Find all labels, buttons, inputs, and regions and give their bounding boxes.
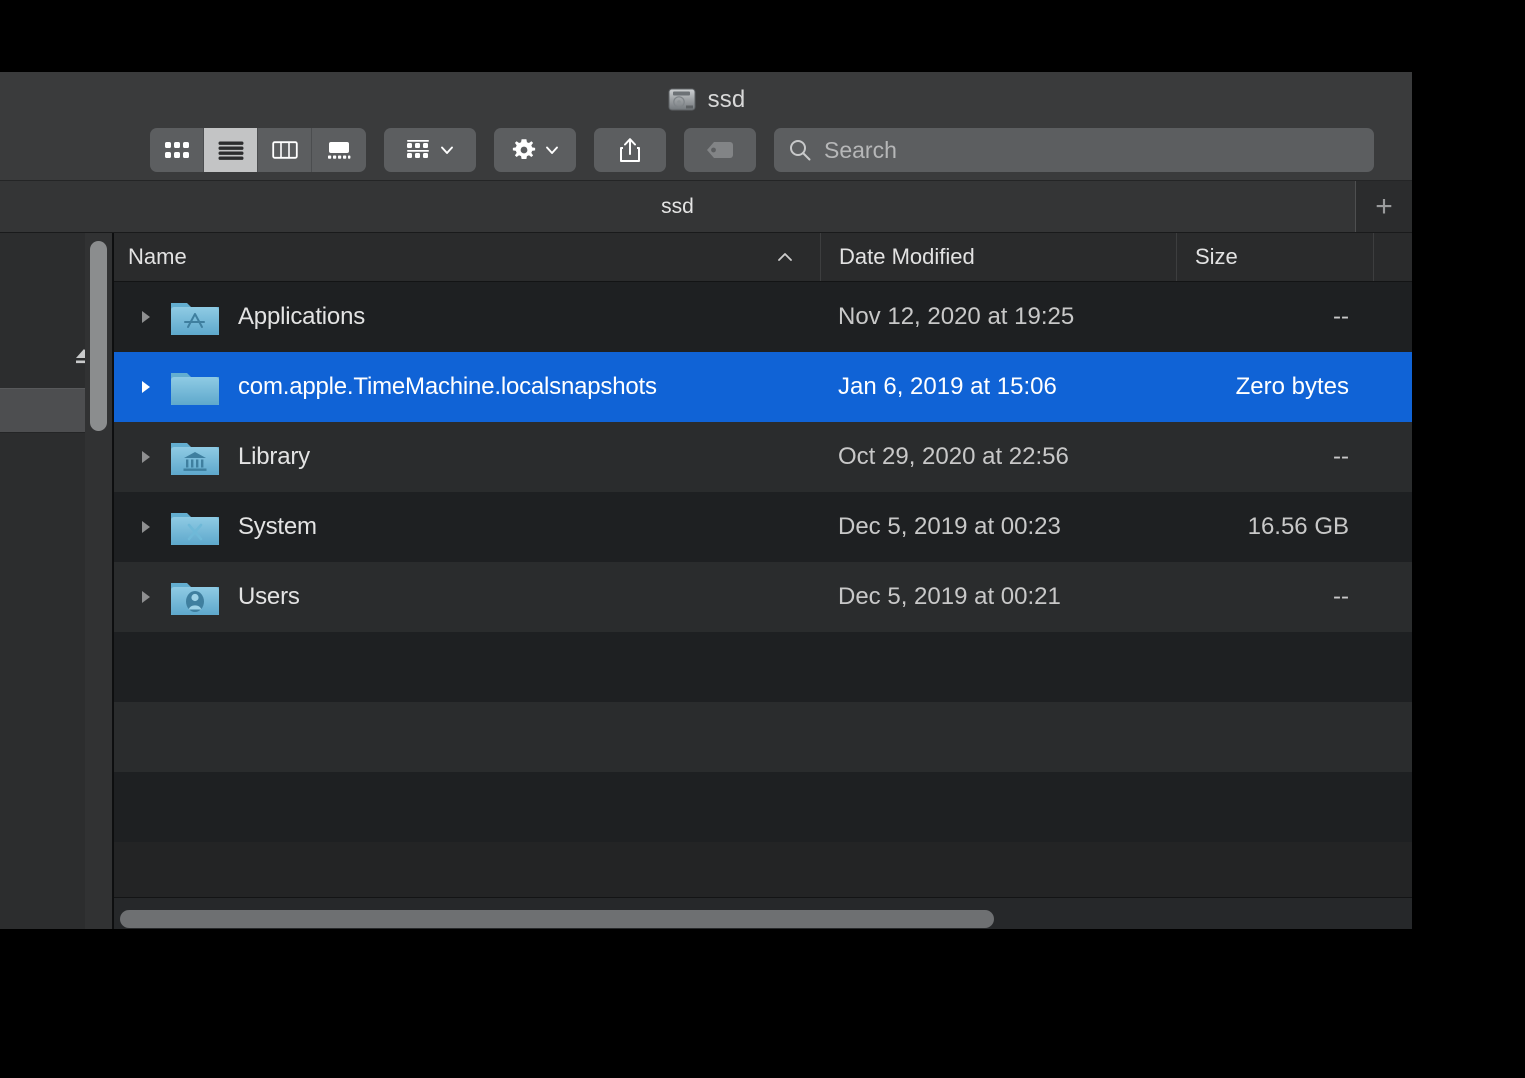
table-row[interactable]: com.apple.TimeMachine.localsnapshots Jan… (114, 352, 1412, 422)
sidebar-scrollbar-thumb[interactable] (90, 241, 107, 431)
row-size-cell: -- (1333, 583, 1349, 610)
toolbar: Search (0, 124, 1412, 176)
sidebar[interactable] (0, 233, 113, 929)
column-header-row: Name Date Modified Size (114, 233, 1412, 282)
system-folder-icon (168, 505, 222, 549)
empty-row (114, 702, 1412, 772)
columns-icon (271, 141, 298, 159)
tab-label: ssd (661, 194, 694, 218)
users-folder-icon (168, 575, 222, 619)
tag-icon (707, 142, 733, 158)
sidebar-vertical-scrollbar[interactable] (85, 233, 113, 929)
row-size-cell: -- (1333, 303, 1349, 330)
window-title-area: ssd (0, 84, 1412, 116)
chevron-down-icon (546, 146, 558, 154)
table-row[interactable]: System Dec 5, 2019 at 00:23 16.56 GB (114, 492, 1412, 562)
disclosure-triangle-icon[interactable] (124, 378, 168, 396)
row-name-cell: System (114, 505, 820, 549)
action-button[interactable] (494, 128, 576, 172)
gallery-view-button[interactable] (312, 128, 366, 172)
disclosure-triangle-icon[interactable] (124, 588, 168, 606)
row-date-cell: Nov 12, 2020 at 19:25 (838, 303, 1075, 330)
row-name-label: Applications (238, 303, 366, 330)
grid-icon (164, 142, 189, 158)
horizontal-scrollbar[interactable] (114, 897, 1412, 929)
content-area: Name Date Modified Size Applications Nov… (0, 233, 1412, 929)
row-name-cell: Library (114, 435, 820, 479)
row-date-cell: Dec 5, 2019 at 00:21 (838, 583, 1061, 610)
row-size-cell: -- (1333, 443, 1349, 470)
row-date-cell: Jan 6, 2019 at 15:06 (838, 373, 1057, 400)
column-header-name-label: Name (128, 244, 187, 269)
row-name-label: Library (238, 443, 310, 470)
share-icon (620, 138, 640, 162)
icon-view-button[interactable] (150, 128, 204, 172)
column-view-button[interactable] (258, 128, 312, 172)
folder-icon (168, 365, 222, 409)
group-by-button[interactable] (384, 128, 476, 172)
table-row[interactable]: Users Dec 5, 2019 at 00:21 -- (114, 562, 1412, 632)
sort-ascending-icon (776, 251, 794, 263)
row-name-label: Users (238, 583, 300, 610)
row-size-cell: 16.56 GB (1247, 513, 1349, 540)
column-header-date-label: Date Modified (839, 244, 975, 269)
empty-row (114, 772, 1412, 842)
row-name-label: System (238, 513, 317, 540)
search-icon (790, 140, 811, 161)
library-folder-icon (168, 435, 222, 479)
screen: ssd Search ssd + Name Date Modified Size… (0, 0, 1525, 1078)
column-header-date-modified[interactable]: Date Modified (820, 233, 1176, 281)
column-header-name[interactable]: Name (114, 233, 820, 281)
horizontal-scrollbar-thumb[interactable] (120, 909, 995, 928)
row-size-cell: Zero bytes (1235, 373, 1349, 400)
empty-rows-area (114, 632, 1412, 842)
chevron-down-icon (441, 146, 453, 154)
finder-window: ssd Search ssd + Name Date Modified Size… (0, 72, 1412, 929)
table-row[interactable]: Library Oct 29, 2020 at 22:56 -- (114, 422, 1412, 492)
list-view-button[interactable] (204, 128, 258, 172)
disclosure-triangle-icon[interactable] (124, 518, 168, 536)
row-name-label: com.apple.TimeMachine.localsnapshots (238, 373, 657, 400)
row-date-cell: Oct 29, 2020 at 22:56 (838, 443, 1069, 470)
plus-icon: + (1375, 189, 1393, 223)
empty-row (114, 632, 1412, 702)
tab-ssd[interactable]: ssd (0, 181, 1356, 232)
title-bar: ssd Search (0, 72, 1412, 181)
view-mode-segmented-control[interactable] (150, 128, 366, 172)
group-icon (407, 140, 429, 158)
row-date-cell: Dec 5, 2019 at 00:23 (838, 513, 1061, 540)
disclosure-triangle-icon[interactable] (124, 308, 168, 326)
search-field[interactable]: Search (774, 128, 1374, 172)
share-button[interactable] (594, 128, 666, 172)
window-title: ssd (707, 86, 746, 113)
list-icon (218, 141, 243, 160)
column-header-size-label: Size (1195, 244, 1238, 269)
table-row[interactable]: Applications Nov 12, 2020 at 19:25 -- (114, 282, 1412, 352)
row-name-cell: Applications (114, 295, 820, 339)
column-header-size[interactable]: Size (1176, 233, 1373, 281)
gallery-icon (328, 142, 351, 159)
new-tab-button[interactable]: + (1356, 181, 1412, 232)
column-header-spacer (1373, 233, 1412, 281)
disclosure-triangle-icon[interactable] (124, 448, 168, 466)
applications-folder-icon (168, 295, 222, 339)
gear-icon (512, 139, 536, 160)
tags-button[interactable] (684, 128, 756, 172)
file-list-pane: Name Date Modified Size Applications Nov… (113, 233, 1412, 929)
hard-drive-icon (667, 87, 697, 113)
tab-bar: ssd + (0, 181, 1412, 233)
row-name-cell: Users (114, 575, 820, 619)
search-placeholder: Search (824, 136, 897, 163)
row-name-cell: com.apple.TimeMachine.localsnapshots (114, 365, 820, 409)
